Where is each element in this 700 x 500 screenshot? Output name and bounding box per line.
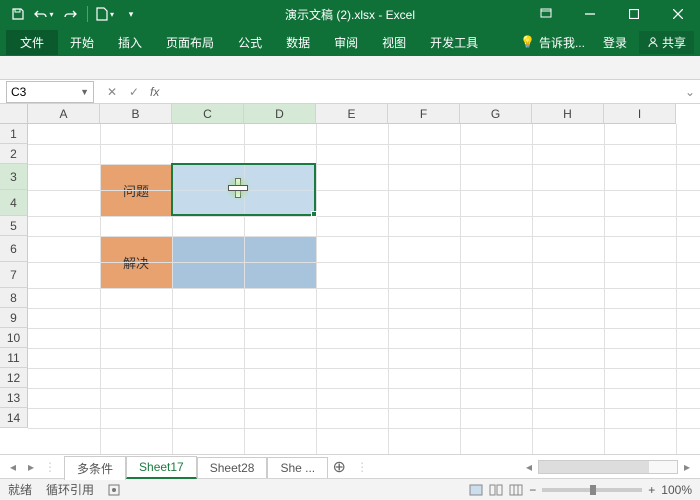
undo-button[interactable]: ▾ (32, 3, 56, 25)
row-header-4[interactable]: 4 (0, 190, 28, 216)
cancel-entry-button[interactable]: ✕ (102, 82, 122, 102)
hscroll-right[interactable]: ▸ (680, 460, 694, 474)
name-box-input[interactable] (11, 85, 71, 99)
close-button[interactable] (656, 0, 700, 28)
signin-button[interactable]: 登录 (595, 31, 635, 54)
status-ready: 就绪 (8, 481, 32, 498)
row-header-5[interactable]: 5 (0, 216, 28, 236)
tab-developer[interactable]: 开发工具 (418, 30, 490, 55)
zoom-in-button[interactable]: + (648, 483, 655, 497)
col-header-I[interactable]: I (604, 104, 676, 124)
share-button[interactable]: 共享 (639, 31, 694, 54)
tab-home[interactable]: 开始 (58, 30, 106, 55)
maximize-button[interactable] (612, 0, 656, 28)
column-headers: ABCDEFGHI (28, 104, 676, 124)
row-header-6[interactable]: 6 (0, 236, 28, 262)
col-header-C[interactable]: C (172, 104, 244, 124)
ribbon-options-button[interactable] (524, 0, 568, 28)
formula-input[interactable] (167, 82, 680, 102)
row-header-2[interactable]: 2 (0, 144, 28, 164)
sheet-nav-first[interactable]: ◂ (6, 460, 20, 474)
tell-me-search[interactable]: 💡告诉我... (514, 32, 591, 53)
new-doc-button[interactable]: ▾ (93, 3, 117, 25)
hscroll-left[interactable]: ◂ (522, 460, 536, 474)
row-header-1[interactable]: 1 (0, 124, 28, 144)
hscroll-thumb[interactable] (539, 461, 649, 473)
ribbon-body-collapsed (0, 56, 700, 80)
row-header-8[interactable]: 8 (0, 288, 28, 308)
formula-bar: ▼ ✕ ✓ fx ⌄ (0, 80, 700, 104)
tab-view[interactable]: 视图 (370, 30, 418, 55)
sheet-tab-1[interactable]: Sheet17 (126, 456, 197, 479)
hscroll-track[interactable] (538, 460, 678, 474)
worksheet-grid[interactable]: ABCDEFGHI 1234567891011121314 问题 解决 (0, 104, 700, 454)
zoom-thumb[interactable] (590, 485, 596, 495)
row-header-7[interactable]: 7 (0, 262, 28, 288)
zoom-out-button[interactable]: − (529, 483, 536, 497)
col-header-E[interactable]: E (316, 104, 388, 124)
row-header-12[interactable]: 12 (0, 368, 28, 388)
row-header-11[interactable]: 11 (0, 348, 28, 368)
sheet-tab-3[interactable]: She ... (267, 457, 328, 478)
select-all-corner[interactable] (0, 104, 28, 124)
view-pagebreak-icon[interactable] (509, 484, 523, 496)
window-title: 演示文稿 (2).xlsx - Excel (285, 6, 415, 23)
file-tab[interactable]: 文件 (6, 30, 58, 55)
tab-data[interactable]: 数据 (274, 30, 322, 55)
sheet-tab-bar: ◂ ▸ ⋮ 多条件 Sheet17 Sheet28 She ... ⊕ ⋮ ◂ … (0, 454, 700, 478)
row-headers: 1234567891011121314 (0, 124, 28, 428)
confirm-entry-button[interactable]: ✓ (124, 82, 144, 102)
name-box-dropdown-icon[interactable]: ▼ (80, 87, 89, 97)
col-header-B[interactable]: B (100, 104, 172, 124)
col-header-A[interactable]: A (28, 104, 100, 124)
expand-formula-bar-button[interactable]: ⌄ (680, 85, 700, 99)
col-header-G[interactable]: G (460, 104, 532, 124)
quick-access-toolbar: ▾ ▾ ▾ (0, 3, 143, 25)
fill-handle[interactable] (311, 211, 317, 217)
tab-review[interactable]: 审阅 (322, 30, 370, 55)
minimize-button[interactable] (568, 0, 612, 28)
qat-customize-button[interactable]: ▾ (119, 3, 143, 25)
tab-insert[interactable]: 插入 (106, 30, 154, 55)
window-controls (524, 0, 700, 28)
row-header-9[interactable]: 9 (0, 308, 28, 328)
tab-page-layout[interactable]: 页面布局 (154, 30, 226, 55)
sheet-tab-2[interactable]: Sheet28 (197, 457, 268, 478)
add-sheet-button[interactable]: ⊕ (328, 457, 350, 477)
tab-formulas[interactable]: 公式 (226, 30, 274, 55)
bulb-icon: 💡 (520, 35, 535, 49)
ribbon-tabs: 文件 开始 插入 页面布局 公式 数据 审阅 视图 开发工具 💡告诉我... 登… (0, 28, 700, 56)
save-button[interactable] (6, 3, 30, 25)
redo-button[interactable] (58, 3, 82, 25)
zoom-level[interactable]: 100% (661, 483, 692, 497)
record-macro-icon[interactable] (108, 484, 120, 496)
titlebar: ▾ ▾ ▾ 演示文稿 (2).xlsx - Excel (0, 0, 700, 28)
fx-icon[interactable]: fx (150, 85, 159, 99)
sheet-tab-0[interactable]: 多条件 (64, 456, 126, 480)
col-header-F[interactable]: F (388, 104, 460, 124)
row-header-14[interactable]: 14 (0, 408, 28, 428)
name-box[interactable]: ▼ (6, 81, 94, 103)
row-header-3[interactable]: 3 (0, 164, 28, 190)
view-normal-icon[interactable] (469, 484, 483, 496)
selection-rectangle (171, 163, 316, 216)
col-header-H[interactable]: H (532, 104, 604, 124)
col-header-D[interactable]: D (244, 104, 316, 124)
status-bar: 就绪 循环引用 − + 100% (0, 478, 700, 500)
person-icon (647, 36, 659, 48)
zoom-slider[interactable] (542, 488, 642, 492)
row-header-10[interactable]: 10 (0, 328, 28, 348)
sheet-nav-prev[interactable]: ▸ (24, 460, 38, 474)
status-circular-ref: 循环引用 (46, 481, 94, 498)
view-pagelayout-icon[interactable] (489, 484, 503, 496)
row-header-13[interactable]: 13 (0, 388, 28, 408)
